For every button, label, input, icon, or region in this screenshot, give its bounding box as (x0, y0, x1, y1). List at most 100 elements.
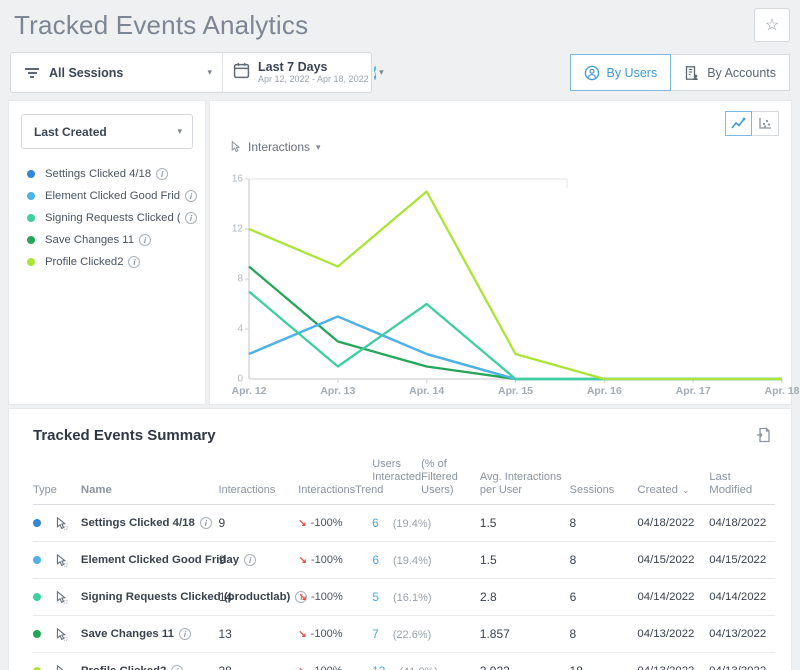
chevron-down-icon: ▾ (177, 126, 182, 137)
column-header-text: Last (709, 471, 775, 484)
table-row[interactable]: Signing Requests Clicked (productlab)i14… (33, 579, 775, 616)
info-icon[interactable]: i (185, 212, 197, 224)
line-chart[interactable]: 0481216 Apr. 12Apr. 13Apr. 14Apr. 15Apr.… (249, 179, 782, 379)
x-tick-label: Apr. 18 (764, 385, 799, 397)
legend-item[interactable]: Profile Clicked2 i (27, 251, 197, 273)
users-cell: 6(19.4%) (372, 553, 480, 567)
export-button[interactable] (751, 423, 775, 447)
info-icon[interactable]: i (200, 517, 212, 529)
sessions-value: 8 (570, 627, 638, 641)
event-color-dot (33, 556, 41, 564)
event-name-link[interactable]: Signing Requests Clicked (productlab)i (81, 591, 219, 603)
legend-item[interactable]: Save Changes 11i (27, 229, 197, 251)
legend-item[interactable]: Element Clicked Good Fridayi (27, 185, 197, 207)
avg-interactions-value: 1.5 (480, 553, 570, 567)
column-header-text: Avg. Interactions (480, 471, 570, 484)
metric-label: Interactions (248, 140, 310, 154)
column-header-users-interacted[interactable]: Users Interacted(% of Filtered Users) (372, 458, 480, 497)
avg-interactions-value: 2.923 (480, 664, 570, 670)
interactions-value: 13 (219, 627, 299, 641)
chart-type-toggle (725, 111, 779, 136)
legend-list: Settings Clicked 4/18iElement Clicked Go… (9, 161, 205, 273)
info-icon[interactable]: i (139, 234, 151, 246)
by-accounts-toggle[interactable]: By Accounts (671, 54, 790, 91)
cursor-icon (55, 554, 68, 567)
by-accounts-label: By Accounts (707, 66, 776, 80)
event-name-link[interactable]: Profile Clicked2i (81, 665, 219, 670)
event-color-dot (33, 630, 41, 638)
scatter-chart-toggle[interactable] (752, 111, 779, 136)
star-icon: ☆ (765, 15, 779, 35)
column-header-last[interactable]: LastModified (709, 471, 775, 497)
modified-date: 04/13/2022 (709, 628, 775, 640)
modified-date: 04/13/2022 (709, 665, 775, 670)
legend-item[interactable]: Settings Clicked 4/18i (27, 163, 197, 185)
y-tick-label: 12 (232, 224, 243, 235)
created-date: 04/18/2022 (637, 517, 709, 529)
legend-color-dot (27, 192, 35, 200)
event-name-link[interactable]: Settings Clicked 4/18i (81, 517, 219, 529)
users-percent: (22.6%) (393, 629, 432, 641)
users-cell: 5 (16.1%) (372, 590, 480, 604)
avg-interactions-value: 1.857 (480, 627, 570, 641)
info-icon[interactable]: i (171, 665, 183, 670)
column-header-avg-interactions[interactable]: Avg. Interactionsper User (480, 471, 570, 497)
avg-interactions-value: 2.8 (480, 590, 570, 604)
users-count-link[interactable]: 5 (372, 590, 379, 604)
table-row[interactable]: Settings Clicked 4/18i9↘-100%6(19.4%)1.5… (33, 505, 775, 542)
users-count-link[interactable]: 6 (372, 516, 379, 530)
sessions-filter-dropdown[interactable]: All Sessions ▾ (11, 53, 223, 92)
column-header-type[interactable]: Type (33, 484, 81, 497)
legend-panel: Last Created ▾ Settings Clicked 4/18iEle… (8, 100, 206, 405)
users-percent: (16.1%) (393, 592, 432, 604)
line-chart-toggle[interactable] (725, 111, 752, 136)
legend-color-dot (27, 236, 35, 244)
users-count-link[interactable]: 6 (372, 553, 379, 567)
info-icon[interactable]: i (374, 66, 377, 80)
column-header-text: Sessions (570, 484, 638, 497)
column-header-sessions[interactable]: Sessions (570, 484, 638, 497)
legend-sort-dropdown[interactable]: Last Created ▾ (21, 114, 193, 149)
sessions-value: 8 (570, 516, 638, 530)
date-range-dropdown[interactable]: Last 7 Days Apr 12, 2022 - Apr 18, 2022 … (223, 53, 371, 92)
legend-item[interactable]: Signing Requests Clicked (product...i (27, 207, 197, 229)
date-range-detail: Apr 12, 2022 - Apr 18, 2022 (258, 74, 369, 85)
column-header-name[interactable]: Name (81, 484, 219, 497)
info-icon[interactable]: i (179, 628, 191, 640)
calendar-icon (233, 62, 250, 84)
chart-line-settings-clicked-4-18 (249, 317, 782, 380)
event-name-link[interactable]: Save Changes 11i (81, 628, 219, 640)
legend-item-label: Profile Clicked2 (45, 256, 123, 268)
column-header-created[interactable]: Created⌄ (637, 484, 709, 497)
event-name-link[interactable]: Element Clicked Good Fridayi (81, 554, 219, 566)
metric-dropdown[interactable]: Interactions ▾ (230, 140, 321, 154)
users-count-link[interactable]: 13 (372, 664, 385, 670)
column-header-interactions[interactable]: InteractionsTrend (298, 484, 372, 497)
table-row[interactable]: Element Clicked Good Fridayi9↘-100%6(19.… (33, 542, 775, 579)
favorite-button[interactable]: ☆ (754, 8, 790, 42)
table-row[interactable]: Profile Clicked2i38↘-100%13(41.9%)2.9231… (33, 653, 775, 670)
summary-table-body: Settings Clicked 4/18i9↘-100%6(19.4%)1.5… (33, 505, 775, 670)
trend-value: -100% (311, 517, 343, 529)
info-icon[interactable]: i (185, 190, 197, 202)
building-icon (684, 65, 700, 81)
info-icon[interactable]: i (128, 256, 140, 268)
legend-color-dot (27, 214, 35, 222)
trend-value: -100% (311, 665, 343, 670)
sort-down-icon: ⌄ (682, 485, 690, 495)
column-header-interactions[interactable]: Interactions (218, 484, 298, 497)
trend-cell: ↘-100% (298, 665, 372, 670)
by-users-toggle[interactable]: By Users (570, 54, 672, 91)
summary-panel: Tracked Events Summary TypeNameInteracti… (8, 408, 792, 670)
x-tick-label: Apr. 13 (320, 385, 355, 397)
chart-line-save-changes-11 (249, 267, 782, 380)
trend-value: -100% (311, 554, 343, 566)
user-icon (584, 65, 600, 81)
info-icon[interactable]: i (156, 168, 168, 180)
sessions-value: 6 (570, 590, 638, 604)
y-tick-label: 8 (237, 274, 243, 285)
trend-cell: ↘-100% (298, 628, 372, 640)
created-date: 04/13/2022 (637, 628, 709, 640)
table-row[interactable]: Save Changes 11i13↘-100%7(22.6%)1.857804… (33, 616, 775, 653)
users-count-link[interactable]: 7 (372, 627, 379, 641)
